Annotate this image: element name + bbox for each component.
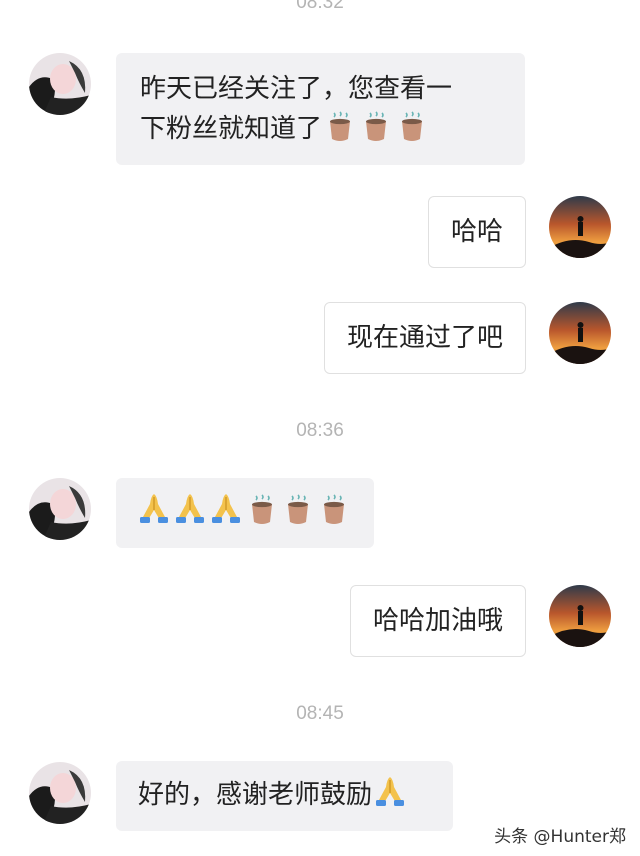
message-bubble-outgoing[interactable]: 哈哈 xyxy=(427,196,526,268)
contact-avatar[interactable] xyxy=(29,53,91,115)
pray-icon xyxy=(139,493,169,524)
message-bubble-incoming[interactable] xyxy=(116,478,374,548)
message-text: 现在通过了吧 xyxy=(346,323,503,353)
my-avatar[interactable] xyxy=(549,196,611,258)
avatar-image xyxy=(29,478,91,540)
avatar-image xyxy=(549,585,611,647)
avatar-image xyxy=(29,53,91,115)
avatar-image xyxy=(29,762,91,824)
timestamp: 08:36 xyxy=(296,420,344,441)
my-avatar[interactable] xyxy=(549,585,611,647)
timestamp: 08:32 xyxy=(296,0,344,13)
contact-avatar[interactable] xyxy=(29,478,91,540)
tea-icon xyxy=(323,494,345,525)
message-text: 哈哈 xyxy=(450,217,503,247)
avatar-image xyxy=(549,302,611,364)
message-text: 好的，感谢老师鼓励 xyxy=(138,780,373,810)
timestamp: 08:45 xyxy=(296,703,344,724)
message-text: 下粉丝就知道了 xyxy=(140,114,323,144)
tea-icon xyxy=(401,111,423,142)
pray-icon xyxy=(175,493,205,524)
message-bubble-incoming[interactable]: 好的，感谢老师鼓励 xyxy=(116,761,453,831)
tea-icon xyxy=(365,111,387,142)
tea-icon xyxy=(329,111,351,142)
pray-icon xyxy=(211,493,241,524)
tea-icon xyxy=(251,494,273,525)
pray-icon xyxy=(375,776,405,807)
watermark: 头条 @Hunter郑 xyxy=(494,822,626,847)
message-bubble-incoming[interactable]: 昨天已经关注了，您查看一 下粉丝就知道了 xyxy=(116,53,525,165)
message-bubble-outgoing[interactable]: 现在通过了吧 xyxy=(323,302,526,374)
contact-avatar[interactable] xyxy=(29,762,91,824)
watermark-text: 头条 @Hunter郑 xyxy=(494,827,626,847)
message-text: 哈哈加油哦 xyxy=(372,606,503,636)
tea-icon xyxy=(287,494,309,525)
message-bubble-outgoing[interactable]: 哈哈加油哦 xyxy=(349,585,526,657)
my-avatar[interactable] xyxy=(549,302,611,364)
message-text: 昨天已经关注了，您查看一 xyxy=(140,74,453,104)
avatar-image xyxy=(549,196,611,258)
